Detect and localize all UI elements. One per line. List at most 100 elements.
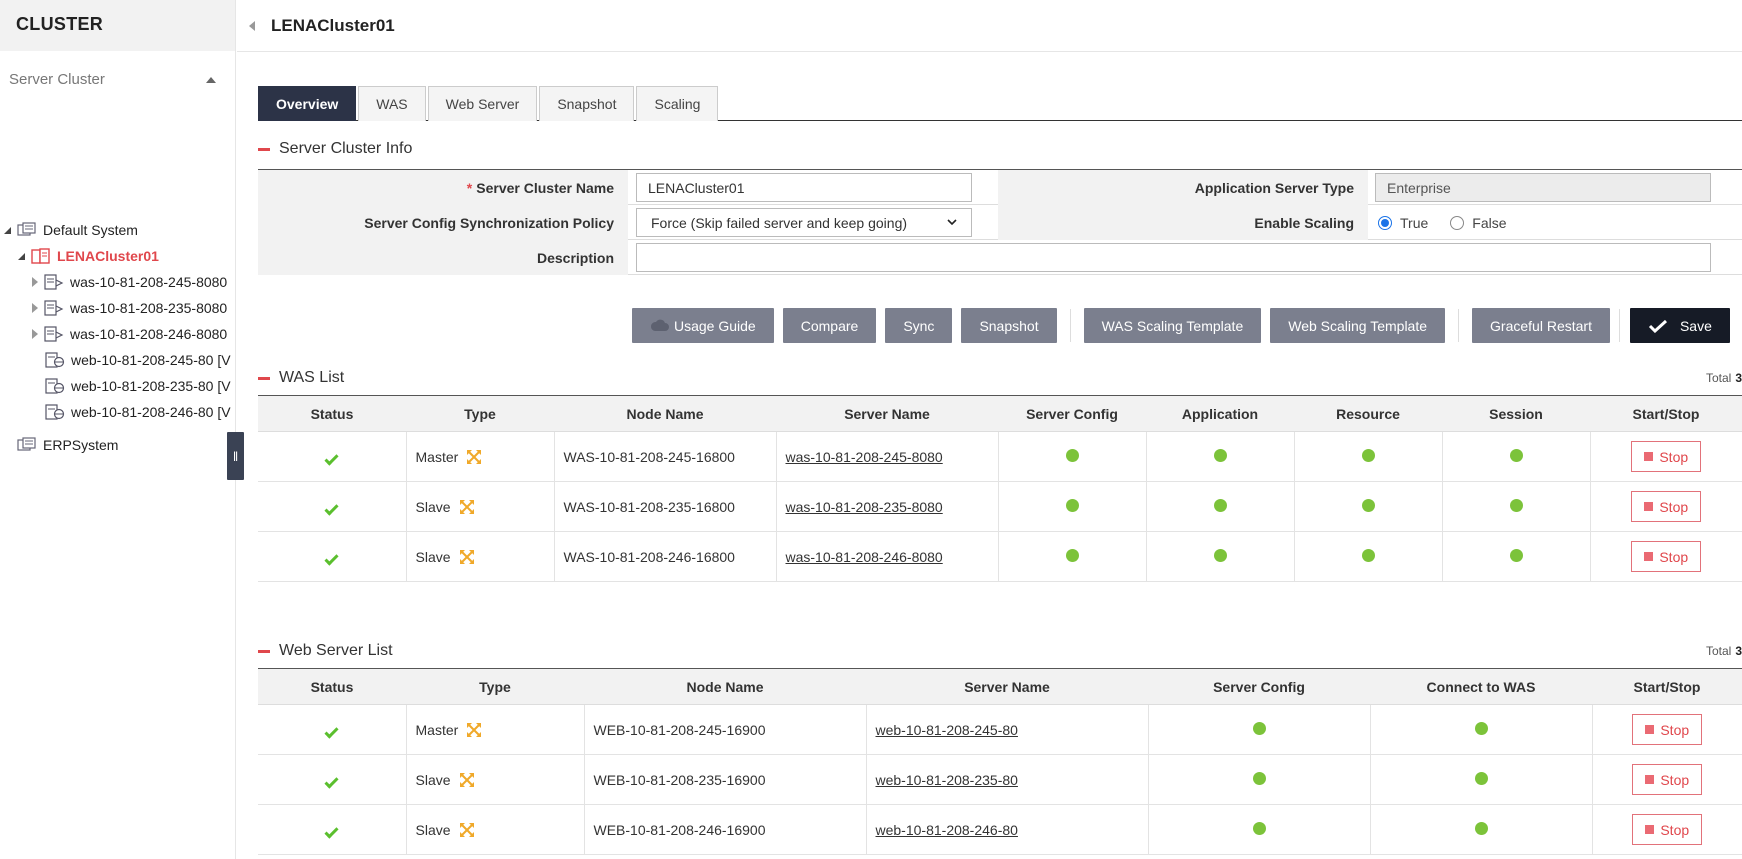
scaling-true-radio[interactable]: True — [1378, 215, 1428, 231]
status-dot-icon — [1474, 721, 1488, 735]
server-name-cell: was-10-81-208-235-8080 — [776, 481, 999, 532]
web-table: Status Type Node Name Server Name Server Con… — [258, 668, 1742, 855]
tree-node[interactable]: web-10-81-208-235-80 [V — [32, 374, 231, 398]
column-header: Server Config — [1148, 668, 1370, 705]
cluster-name-input[interactable]: LENACluster01 — [636, 173, 972, 202]
cluster-icon — [31, 248, 51, 264]
was-total: Total 3 — [1706, 371, 1742, 385]
expand-open-icon[interactable] — [4, 226, 11, 234]
tab-overview[interactable]: Overview — [258, 86, 357, 121]
stop-icon — [1645, 825, 1655, 834]
section-title: Server Cluster Info — [279, 140, 413, 157]
column-header: Resource — [1294, 395, 1442, 432]
tree-node-label: LENACluster01 — [57, 248, 159, 264]
status-dot-icon — [1252, 771, 1266, 785]
status-dot-icon — [1213, 498, 1227, 512]
stop-button[interactable]: Stop — [1632, 714, 1703, 745]
scale-arrows-icon — [467, 449, 482, 464]
cloud-icon — [650, 319, 669, 331]
tree-node[interactable]: web-10-81-208-245-80 [V — [32, 348, 231, 372]
tab-web-server[interactable]: Web Server — [427, 86, 538, 121]
stop-button[interactable]: Stop — [1631, 491, 1702, 522]
start-stop-cell: Stop — [1590, 431, 1742, 482]
compare-button[interactable]: Compare — [782, 308, 877, 343]
description-input[interactable] — [636, 243, 1711, 272]
tab-snapshot[interactable]: Snapshot — [539, 86, 635, 121]
tree-node[interactable]: ERPSystem — [4, 433, 118, 457]
chevron-up-icon[interactable] — [206, 77, 216, 83]
table-row: Master WAS-10-81-208-245-16800 was-10-81-2… — [258, 431, 1742, 482]
tree-node-label: Default System — [43, 222, 138, 238]
server-name-link[interactable]: web-10-81-208-246-80 — [876, 822, 1018, 838]
form-row-description: Description — [258, 240, 1742, 275]
indicator-cell — [1146, 431, 1295, 482]
form-row-sync: Server Config Synchronization Policy For… — [258, 205, 1742, 240]
check-icon — [324, 550, 339, 566]
was-server-icon — [44, 300, 64, 316]
expand-closed-icon[interactable] — [32, 303, 38, 313]
status-cell — [258, 804, 407, 855]
column-header: Node Name — [584, 668, 866, 705]
server-name-link[interactable]: was-10-81-208-246-8080 — [786, 549, 943, 565]
tab-scaling[interactable]: Scaling — [636, 86, 719, 121]
stop-button[interactable]: Stop — [1631, 541, 1702, 572]
column-header: Session — [1442, 395, 1590, 432]
tree-node-label: was-10-81-208-245-8080 — [70, 274, 228, 290]
stop-label: Stop — [1659, 548, 1689, 565]
server-name-link[interactable]: was-10-81-208-245-8080 — [786, 449, 943, 465]
server-name-link[interactable]: was-10-81-208-235-8080 — [786, 499, 943, 515]
web-scaling-template-button[interactable]: Web Scaling Template — [1270, 308, 1446, 343]
status-dot-icon — [1252, 721, 1266, 735]
server-name-cell: web-10-81-208-246-80 — [866, 804, 1149, 855]
indicator-cell — [1294, 431, 1443, 482]
section-title: WAS List — [279, 369, 345, 386]
indicator-cell — [1294, 481, 1443, 532]
expand-closed-icon[interactable] — [32, 329, 38, 339]
check-icon — [324, 823, 339, 839]
sidebar-section-header[interactable]: Server Cluster — [0, 51, 235, 105]
scaling-false-radio[interactable]: False — [1450, 215, 1507, 231]
stop-button[interactable]: Stop — [1632, 764, 1703, 795]
chevron-left-icon[interactable] — [249, 20, 255, 31]
total-label: Total — [1705, 644, 1732, 658]
server-type: Slave — [415, 821, 451, 838]
server-name-link[interactable]: web-10-81-208-235-80 — [876, 772, 1018, 788]
expand-closed-icon[interactable] — [32, 277, 38, 287]
graceful-restart-button[interactable]: Graceful Restart — [1472, 308, 1610, 343]
sync-button[interactable]: Sync — [885, 308, 953, 343]
save-button[interactable]: Save — [1629, 308, 1730, 343]
tree-node[interactable]: was-10-81-208-246-8080 — [32, 322, 227, 346]
tree-node[interactable]: Default System — [4, 218, 138, 242]
stop-icon — [1645, 775, 1655, 784]
tree-node[interactable]: web-10-81-208-246-80 [V — [32, 400, 231, 424]
required-mark: * — [466, 179, 473, 196]
tree-node-label: was-10-81-208-235-8080 — [70, 300, 228, 316]
sync-policy-select[interactable]: Force (Skip failed server and keep going… — [636, 208, 972, 237]
section-dash-icon — [258, 376, 270, 380]
node-name: WAS-10-81-208-246-16800 — [563, 548, 735, 565]
type-cell: Slave — [406, 531, 555, 582]
status-cell — [258, 481, 407, 532]
snapshot-button[interactable]: Snapshot — [961, 308, 1057, 343]
stop-icon — [1645, 725, 1655, 734]
node-name-cell: WAS-10-81-208-245-16800 — [554, 431, 777, 482]
expand-open-icon[interactable] — [18, 252, 25, 260]
was-scaling-template-button[interactable]: WAS Scaling Template — [1083, 308, 1262, 343]
tree-node[interactable]: was-10-81-208-245-8080 — [32, 270, 227, 294]
radio-empty-icon — [1450, 215, 1465, 230]
app-server-type-label: Application Server Type — [998, 170, 1368, 205]
tree-node[interactable]: was-10-81-208-235-8080 — [32, 296, 227, 320]
stop-button[interactable]: Stop — [1632, 814, 1703, 845]
stop-button[interactable]: Stop — [1631, 441, 1702, 472]
node-name: WEB-10-81-208-246-16900 — [593, 821, 766, 838]
usage-guide-button[interactable]: Usage Guide — [632, 308, 774, 343]
sidebar-section-label: Server Cluster — [9, 71, 105, 88]
node-name: WAS-10-81-208-245-16800 — [563, 448, 735, 465]
stop-label: Stop — [1660, 821, 1690, 838]
tab-was[interactable]: WAS — [358, 86, 426, 121]
toolbar-divider — [1458, 309, 1460, 342]
table-row: Master WEB-10-81-208-245-16900 web-10-81-2… — [258, 704, 1742, 755]
server-name-link[interactable]: web-10-81-208-245-80 — [876, 722, 1018, 738]
status-dot-icon — [1509, 448, 1523, 462]
tree-node[interactable]: LENACluster01 — [18, 244, 159, 268]
